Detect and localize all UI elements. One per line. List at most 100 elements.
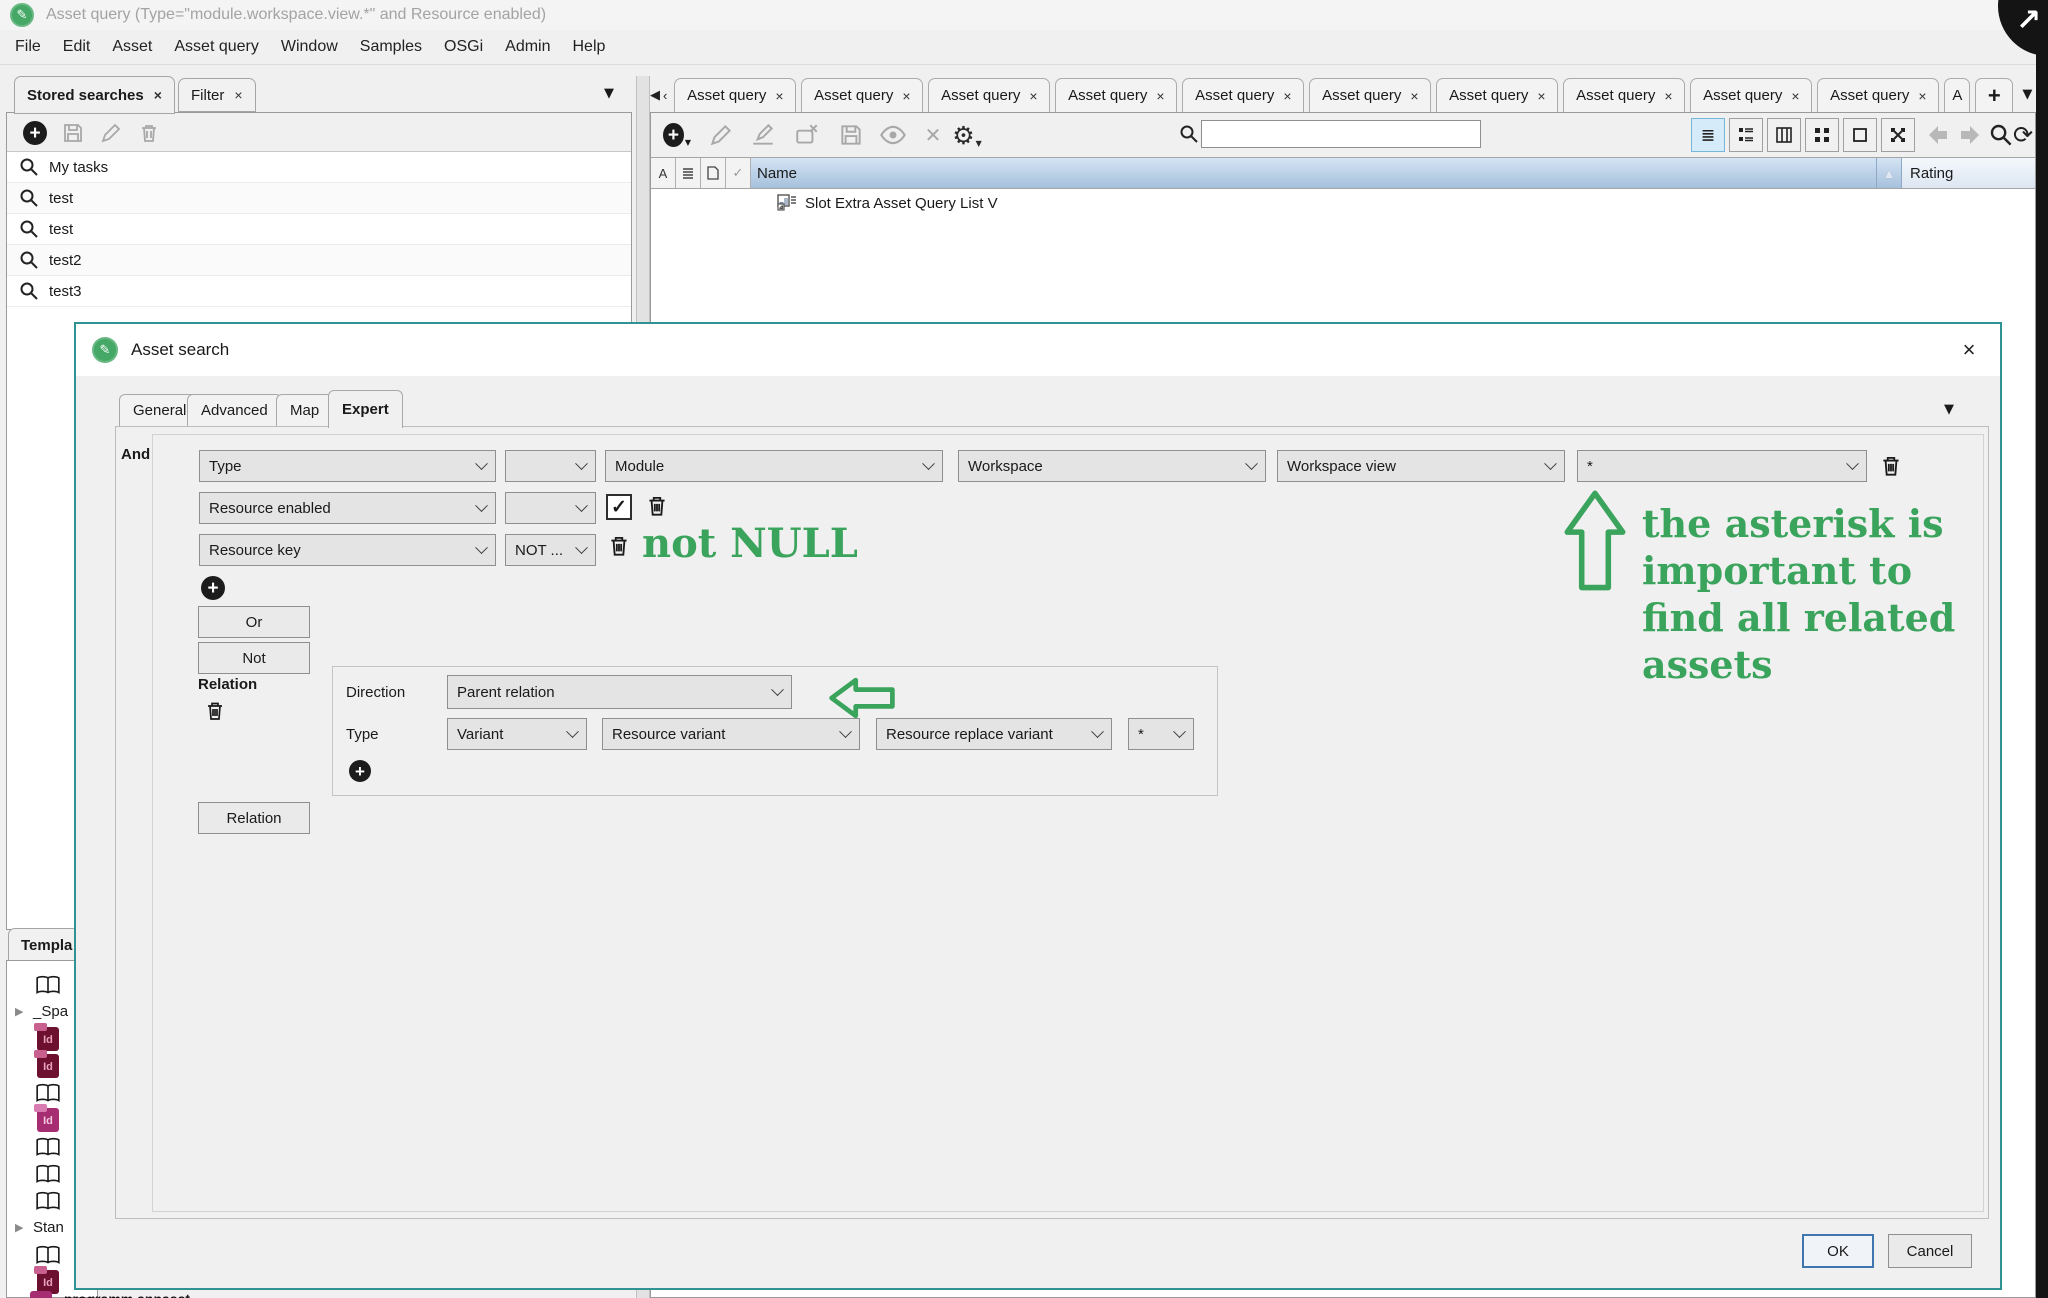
- tab-list-caret-icon[interactable]: ▼: [2022, 87, 2032, 102]
- menu-item-asset-query[interactable]: Asset query: [163, 38, 269, 56]
- add-search-button[interactable]: +: [21, 119, 49, 147]
- remove-rendition-button[interactable]: [793, 121, 821, 149]
- dialog-tab-map[interactable]: Map: [276, 394, 333, 427]
- pencil-icon: [708, 122, 734, 148]
- close-asset-button[interactable]: ✕: [919, 121, 947, 149]
- ok-button[interactable]: OK: [1802, 1234, 1874, 1268]
- book-icon: [35, 1245, 61, 1265]
- menu-item-window[interactable]: Window: [270, 38, 349, 56]
- scroll-prev-icon[interactable]: ‹: [663, 88, 667, 103]
- scatter-view-icon: [1889, 126, 1907, 144]
- tab-close-icon[interactable]: ×: [1156, 88, 1164, 104]
- tab-asset-query[interactable]: Asset query ×: [801, 78, 923, 112]
- column-document-icon[interactable]: [701, 158, 726, 188]
- tab-close-icon[interactable]: ×: [1664, 88, 1672, 104]
- forward-arrow-icon: [1959, 123, 1983, 147]
- tab-asset-query[interactable]: Asset query ×: [1055, 78, 1177, 112]
- search-icon: [19, 281, 39, 301]
- column-type-icon[interactable]: A: [651, 158, 676, 188]
- tab-asset-query[interactable]: Asset query ×: [1309, 78, 1431, 112]
- dialog-tab-advanced[interactable]: Advanced: [187, 394, 282, 427]
- stored-search-item[interactable]: test2: [7, 245, 631, 276]
- tab-close-icon[interactable]: ×: [775, 88, 783, 104]
- column-header-name[interactable]: Name: [751, 158, 1877, 188]
- history-back-button[interactable]: [1923, 121, 1951, 149]
- history-forward-button[interactable]: [1957, 121, 1985, 149]
- tab-close-icon[interactable]: ×: [1918, 88, 1926, 104]
- detail-view-button[interactable]: [1729, 118, 1763, 152]
- tab-stored-searches[interactable]: Stored searches ×: [14, 76, 175, 114]
- grid-view-button[interactable]: [1805, 118, 1839, 152]
- tab-close-icon[interactable]: ×: [1537, 88, 1545, 104]
- result-name: Slot Extra Asset Query List V: [805, 195, 998, 212]
- preview-button[interactable]: [879, 121, 907, 149]
- expander-icon[interactable]: ▶: [15, 1005, 27, 1018]
- expander-icon[interactable]: ▶: [15, 1221, 27, 1234]
- menu-item-samples[interactable]: Samples: [349, 38, 433, 56]
- menu-item-help[interactable]: Help: [562, 38, 617, 56]
- edit-metadata-button[interactable]: [749, 121, 777, 149]
- tab-close-icon[interactable]: ×: [902, 88, 910, 104]
- settings-button[interactable]: ⚙ ▼: [953, 121, 981, 149]
- add-asset-button[interactable]: + ▼: [663, 121, 691, 149]
- tab-close-icon[interactable]: ×: [234, 87, 242, 103]
- column-list-icon[interactable]: [676, 158, 701, 188]
- tab-close-icon[interactable]: ×: [1029, 88, 1037, 104]
- tab-close-icon[interactable]: ×: [1283, 88, 1291, 104]
- tab-label: Stored searches: [27, 87, 144, 104]
- stored-search-item[interactable]: My tasks: [7, 152, 631, 183]
- column-view-button[interactable]: [1767, 118, 1801, 152]
- tab-asset-query-clipped[interactable]: A: [1944, 78, 1970, 112]
- stored-search-item[interactable]: test3: [7, 276, 631, 307]
- menu-item-asset[interactable]: Asset: [101, 38, 163, 56]
- save-button[interactable]: [837, 121, 865, 149]
- stored-search-item[interactable]: test: [7, 183, 631, 214]
- tab-close-icon[interactable]: ×: [1410, 88, 1418, 104]
- result-row[interactable]: Slot Extra Asset Query List V: [651, 189, 2035, 217]
- list-view-button[interactable]: [1691, 118, 1725, 152]
- menu-item-admin[interactable]: Admin: [494, 38, 561, 56]
- dialog-title: Asset search: [131, 340, 229, 360]
- eye-icon: [879, 121, 907, 149]
- tab-asset-query[interactable]: Asset query ×: [1817, 78, 1939, 112]
- tab-asset-query[interactable]: Asset query ×: [674, 78, 796, 112]
- tab-label: Asset query: [1449, 87, 1528, 104]
- dialog-panel-caret-icon[interactable]: ▼: [1944, 402, 1954, 417]
- tab-asset-query[interactable]: Asset query ×: [1563, 78, 1685, 112]
- panel-menu-caret-icon[interactable]: ▼: [604, 86, 614, 101]
- save-search-button[interactable]: [59, 119, 87, 147]
- tab-asset-query[interactable]: Asset query ×: [1436, 78, 1558, 112]
- tab-close-icon[interactable]: ×: [1791, 88, 1799, 104]
- stored-search-item[interactable]: test: [7, 214, 631, 245]
- single-view-button[interactable]: [1843, 118, 1877, 152]
- edit-button[interactable]: [707, 121, 735, 149]
- scatter-view-button[interactable]: [1881, 118, 1915, 152]
- dialog-tab-expert[interactable]: Expert: [328, 390, 403, 428]
- search-input[interactable]: [1201, 120, 1481, 148]
- tab-label: Asset query: [1195, 87, 1274, 104]
- menu-item-file[interactable]: File: [4, 38, 52, 56]
- menu-item-osgi[interactable]: OSGi: [433, 38, 494, 56]
- cancel-button[interactable]: Cancel: [1888, 1234, 1972, 1268]
- clipped-label: programm anpasst: [64, 1291, 190, 1298]
- delete-search-button[interactable]: [135, 119, 163, 147]
- tab-filter[interactable]: Filter ×: [178, 78, 256, 112]
- column-header-rating[interactable]: Rating: [1902, 158, 2035, 188]
- column-label: Rating: [1910, 165, 1953, 182]
- tab-label: A: [1952, 87, 1962, 104]
- rows-icon: [682, 167, 694, 179]
- check-glyph: ✓: [733, 165, 744, 181]
- tab-close-icon[interactable]: ×: [154, 87, 162, 103]
- column-check-icon[interactable]: ✓: [726, 158, 751, 188]
- menu-item-edit[interactable]: Edit: [52, 38, 102, 56]
- tab-asset-query[interactable]: Asset query ×: [1690, 78, 1812, 112]
- tab-asset-query[interactable]: Asset query ×: [928, 78, 1050, 112]
- sort-ascending-icon[interactable]: ▲: [1877, 158, 1902, 188]
- dialog-close-button[interactable]: ×: [1956, 337, 1982, 363]
- scroll-first-icon[interactable]: ◀: [650, 87, 660, 103]
- refresh-button[interactable]: ⟳: [2009, 121, 2037, 149]
- edit-search-button[interactable]: [97, 119, 125, 147]
- new-tab-button[interactable]: +: [1975, 78, 2013, 112]
- tab-asset-query[interactable]: Asset query ×: [1182, 78, 1304, 112]
- window-title: Asset query (Type="module.workspace.view…: [46, 6, 546, 24]
